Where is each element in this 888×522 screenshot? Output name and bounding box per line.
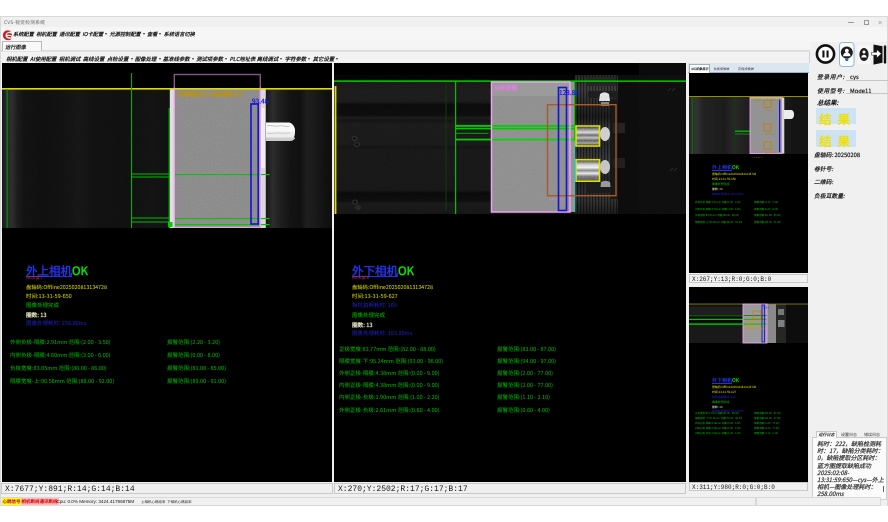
svg-text:AI检测框: AI检测框 (493, 83, 517, 92)
svg-text:123.8: 123.8 (763, 305, 770, 309)
svg-text:灯箱阈值:93 动态阈值:100: 灯箱阈值:93 动态阈值:100 (751, 98, 782, 102)
svg-text:93.48: 93.48 (252, 96, 269, 106)
svg-text:93.48 1.0: 93.48 1.0 (765, 109, 775, 113)
svg-text:内侧正极-负极:1.90: 内侧正极-负极:1.90 (745, 326, 766, 330)
svg-text:123.80: 123.80 (559, 87, 579, 97)
svg-text:90.56 2.9: 90.56 2.9 (765, 132, 775, 136)
svg-text:灯箱阈值:93, 动态阈值:100: 灯箱阈值:93, 动态阈值:100 (177, 91, 243, 99)
svg-text:83.05 4.6: 83.05 4.6 (765, 151, 775, 155)
svg-text:12.5 84.8: 12.5 84.8 (752, 156, 763, 158)
